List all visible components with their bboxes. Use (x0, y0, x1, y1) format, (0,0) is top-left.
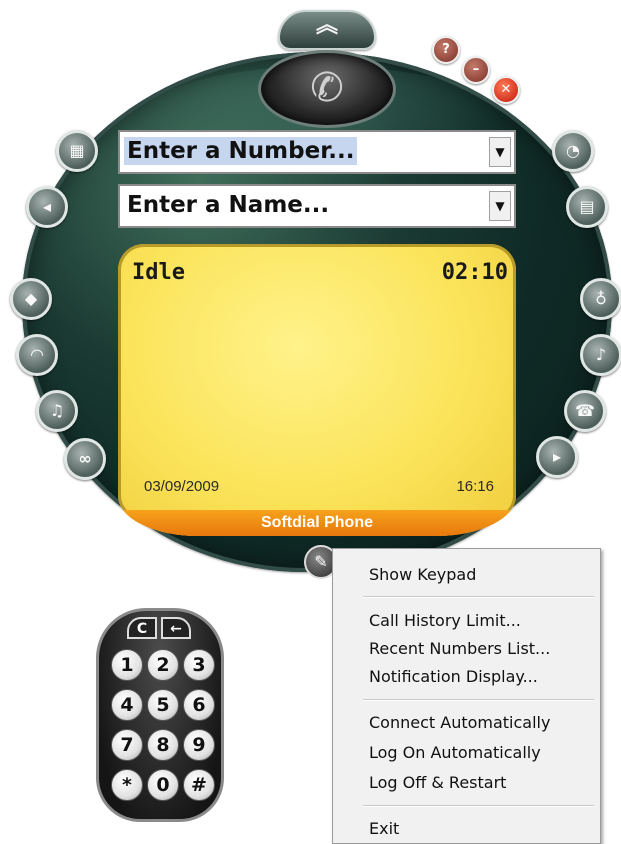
menu-separator (363, 699, 594, 701)
voicemail-icon[interactable]: ∞ (64, 438, 106, 480)
backspace-key[interactable]: ← (161, 617, 191, 639)
minimize-button[interactable]: – (462, 56, 490, 84)
transfer-icon[interactable]: ▸ (536, 436, 578, 478)
menu-item-exit[interactable]: Exit (369, 819, 399, 838)
menu-item-log-off-restart[interactable]: Log Off & Restart (369, 773, 506, 792)
key-5[interactable]: 5 (147, 689, 179, 721)
conference-icon[interactable]: ☎ (564, 390, 606, 432)
key-6[interactable]: 6 (183, 689, 215, 721)
double-chevron-up-icon: ︽ (315, 13, 338, 38)
headset-icon[interactable]: ◠ (16, 334, 58, 376)
number-combo[interactable]: Enter a Number... ▼ (118, 130, 516, 174)
call-status: Idle (132, 260, 185, 285)
settings-context-menu: Show Keypad Call History Limit... Recent… (332, 548, 601, 844)
menu-separator (363, 596, 594, 598)
keypad-hide-icon[interactable]: ◂ (26, 186, 68, 228)
menu-item-call-history-limit[interactable]: Call History Limit... (369, 611, 521, 630)
close-button[interactable]: ✕ (492, 76, 520, 104)
call-timer: 02:10 (441, 260, 508, 285)
chevron-down-icon[interactable]: ▼ (489, 137, 511, 167)
key-3[interactable]: 3 (183, 649, 215, 681)
app-name-banner: Softdial Phone (118, 510, 516, 536)
chevron-down-icon[interactable]: ▼ (489, 191, 511, 221)
call-button[interactable]: ✆ (258, 50, 396, 128)
help-button[interactable]: ? (432, 36, 460, 64)
speaker-icon[interactable]: ♫ (36, 390, 78, 432)
keypad-show-icon[interactable]: ▦ (56, 130, 98, 172)
number-input[interactable]: Enter a Number... (124, 137, 358, 165)
collapse-tab[interactable]: ︽ (278, 10, 376, 50)
diamond-icon[interactable]: ◆ (10, 278, 52, 320)
name-input[interactable]: Enter a Name... (124, 191, 332, 219)
contacts-icon[interactable]: ▤ (566, 186, 608, 228)
key-9[interactable]: 9 (183, 729, 215, 761)
clear-key[interactable]: C (127, 617, 157, 639)
display-time: 16:16 (456, 478, 494, 495)
key-0[interactable]: 0 (147, 769, 179, 801)
menu-item-connect-automatically[interactable]: Connect Automatically (369, 713, 550, 732)
menu-item-log-on-automatically[interactable]: Log On Automatically (369, 743, 541, 762)
menu-item-notification-display[interactable]: Notification Display... (369, 667, 538, 686)
name-combo[interactable]: Enter a Name... ▼ (118, 184, 516, 228)
menu-separator (363, 805, 594, 807)
key-7[interactable]: 7 (111, 729, 143, 761)
call-history-icon[interactable]: ◔ (552, 130, 594, 172)
menu-item-recent-numbers-list[interactable]: Recent Numbers List... (369, 639, 550, 658)
key-4[interactable]: 4 (111, 689, 143, 721)
key-8[interactable]: 8 (147, 729, 179, 761)
key-hash[interactable]: # (183, 769, 215, 801)
music-icon[interactable]: ♪ (580, 334, 621, 376)
microphone-icon[interactable]: ♁ (580, 278, 621, 320)
key-2[interactable]: 2 (147, 649, 179, 681)
key-star[interactable]: * (111, 769, 143, 801)
status-display: Idle 02:10 03/09/2009 16:16 Softdial Pho… (118, 244, 516, 536)
display-date: 03/09/2009 (144, 478, 220, 495)
key-1[interactable]: 1 (111, 649, 143, 681)
keypad-grid: 1 2 3 4 5 6 7 8 9 * 0 # (111, 649, 215, 801)
keypad: C ← 1 2 3 4 5 6 7 8 9 * 0 # (96, 608, 224, 822)
menu-item-show-keypad[interactable]: Show Keypad (369, 565, 476, 584)
